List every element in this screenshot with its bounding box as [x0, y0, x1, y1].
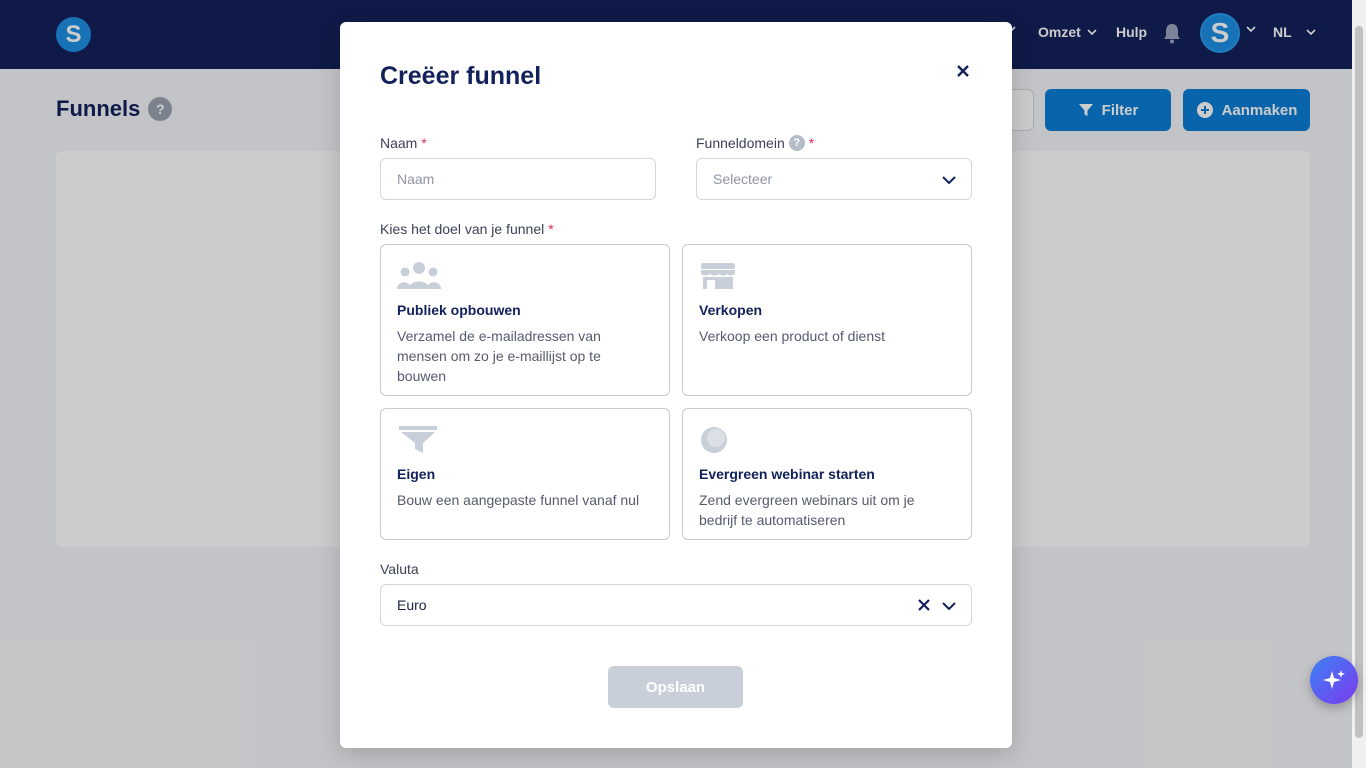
domain-select[interactable]: Selecteer	[696, 158, 972, 200]
modal-title: Creëer funnel	[380, 62, 542, 90]
storefront-icon	[701, 263, 735, 289]
goal-card-title: Evergreen webinar starten	[699, 466, 875, 482]
currency-label-text: Valuta	[380, 561, 419, 577]
goal-card-description: Zend evergreen webinars uit om je bedrij…	[699, 492, 915, 528]
name-label-text: Naam	[380, 135, 418, 151]
save-button[interactable]: Opslaan	[608, 666, 743, 708]
currency-select[interactable]: Euro	[380, 584, 972, 626]
goal-label-text: Kies het doel van je funnel	[380, 221, 545, 237]
chevron-down-icon	[942, 602, 956, 611]
page-scrollbar[interactable]	[1352, 0, 1366, 768]
sparkle-icon	[1323, 670, 1345, 689]
goal-card-title: Eigen	[397, 466, 436, 482]
domain-help-icon[interactable]: ?	[788, 135, 805, 151]
goal-card-sell[interactable]: Verkopen Verkoop een product of dienst	[682, 244, 972, 396]
domain-select-placeholder: Selecteer	[713, 171, 773, 187]
goal-card-description: Verkoop een product of dienst	[699, 328, 886, 344]
goal-card-description: Bouw een aangepaste funnel vanaf nul	[397, 492, 640, 508]
goal-card-title: Publiek opbouwen	[397, 302, 521, 318]
goal-card-description: Verzamel de e-mailadressen van mensen om…	[397, 328, 601, 384]
webinar-icon	[701, 427, 727, 453]
goal-card-custom[interactable]: Eigen Bouw een aangepaste funnel vanaf n…	[380, 408, 670, 540]
scrollbar-thumb[interactable]	[1355, 26, 1363, 738]
users-group-icon	[397, 262, 441, 289]
close-button[interactable]	[952, 60, 974, 82]
funnel-icon	[399, 426, 437, 453]
goal-label: Kies het doel van je funnel *	[380, 221, 554, 237]
chevron-down-icon	[942, 176, 956, 185]
goal-card-webinar[interactable]: Evergreen webinar starten Zend evergreen…	[682, 408, 972, 540]
currency-label: Valuta	[380, 561, 419, 577]
ai-assistant-button[interactable]	[1310, 656, 1358, 704]
required-mark: *	[548, 221, 554, 237]
goal-card-title: Verkopen	[699, 302, 763, 318]
create-funnel-modal: Creëer funnel Naam* Funneldomein ? * Sel…	[340, 22, 1012, 748]
domain-label-text: Funneldomein	[696, 135, 785, 151]
goal-card-audience[interactable]: Publiek opbouwen Verzamel de e-mailadres…	[380, 244, 670, 396]
name-input[interactable]	[380, 158, 656, 200]
close-icon	[957, 65, 969, 77]
domain-label: Funneldomein ? *	[696, 135, 814, 151]
clear-icon[interactable]	[917, 598, 931, 612]
required-mark: *	[421, 135, 427, 151]
required-mark: *	[808, 135, 815, 151]
currency-select-value: Euro	[397, 597, 427, 613]
name-label: Naam *	[380, 135, 427, 151]
